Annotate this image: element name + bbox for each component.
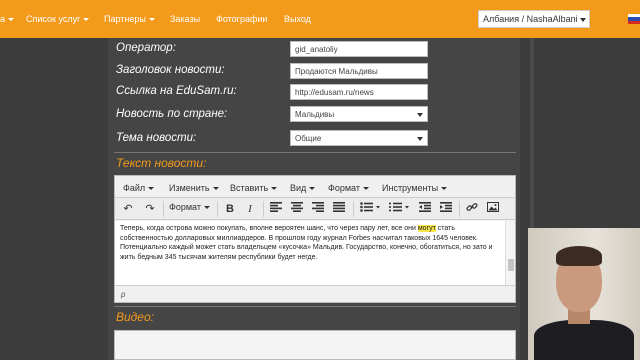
title-field[interactable]: Продаются Мальдивы (290, 63, 428, 79)
bullet-list-icon[interactable] (358, 201, 384, 217)
editor-text-area[interactable]: Теперь, когда острова можно покупать, вп… (115, 221, 505, 285)
redo-icon[interactable]: ↷ (141, 201, 159, 217)
nav-item-logout[interactable]: Выход (284, 14, 311, 24)
chevron-down-icon (580, 18, 586, 22)
toolbar-separator (459, 201, 460, 217)
nav-item-photos-label: Фотографии (216, 14, 268, 24)
country-news-value: Мальдивы (295, 110, 335, 119)
align-left-icon[interactable] (267, 201, 285, 217)
chevron-down-icon (417, 137, 423, 141)
nav-item-services[interactable]: Список услуг (26, 14, 90, 24)
chevron-down-icon (417, 113, 423, 117)
toolbar-separator (263, 201, 264, 217)
russian-flag-icon[interactable] (628, 14, 640, 24)
nav-item-services-label: Список услуг (26, 14, 81, 24)
nav-item-first[interactable]: а (0, 14, 15, 24)
chevron-down-icon (271, 187, 278, 191)
element-path: p (121, 290, 126, 299)
editor-menubar: Файл Изменить Вставить Вид Формат Инстру… (115, 176, 515, 198)
operator-value: gid_anatoliy (295, 45, 338, 54)
outdent-icon[interactable] (416, 201, 434, 217)
align-right-icon[interactable] (309, 201, 327, 217)
menu-tools[interactable]: Инструменты (382, 183, 448, 193)
nav-item-logout-label: Выход (284, 14, 311, 24)
image-icon[interactable] (484, 201, 502, 217)
section-divider (114, 152, 516, 153)
presenter-webcam (528, 228, 640, 360)
scrollbar-thumb[interactable] (508, 259, 514, 271)
rich-text-editor: Файл Изменить Вставить Вид Формат Инстру… (114, 175, 516, 303)
format-dropdown[interactable]: Формат (169, 202, 210, 212)
presenter-hair (556, 246, 602, 266)
editor-statusbar: p (115, 285, 515, 302)
menu-file[interactable]: Файл (123, 183, 155, 193)
nav-item-partners-label: Партнеры (104, 14, 146, 24)
menu-tools-label: Инструменты (382, 183, 439, 193)
link-value: http://edusam.ru/news (295, 88, 374, 97)
operator-label: Оператор: (116, 42, 176, 54)
chevron-down-icon (148, 187, 155, 191)
editor-toolbar: ↶ ↷ Формат B I (115, 198, 515, 220)
country-label: Новость по стране: (116, 108, 228, 120)
menu-file-label: Файл (123, 183, 146, 193)
menu-format[interactable]: Формат (328, 183, 369, 193)
highlighted-word: могут (417, 225, 436, 232)
chevron-down-icon (309, 187, 316, 191)
italic-button[interactable]: I (241, 201, 259, 217)
left-sidebar (0, 38, 108, 360)
indent-icon[interactable] (437, 201, 455, 217)
video-section-heading: Видео: (116, 310, 154, 324)
operator-field[interactable]: gid_anatoliy (290, 41, 428, 57)
menu-view-label: Вид (290, 183, 307, 193)
menu-edit-label: Изменить (169, 183, 210, 193)
title-label: Заголовок новости: (116, 64, 225, 76)
chevron-down-icon (8, 18, 15, 22)
chevron-down-icon (362, 187, 369, 191)
chevron-down-icon (83, 18, 90, 22)
section-divider (114, 306, 516, 307)
topic-select[interactable]: Общие (290, 130, 428, 146)
numbered-list-icon[interactable] (387, 201, 413, 217)
toolbar-separator (353, 201, 354, 217)
align-justify-icon[interactable] (330, 201, 348, 217)
align-center-icon[interactable] (288, 201, 306, 217)
country-select[interactable]: Албания / NashaAlbani (478, 10, 590, 28)
presenter-body (534, 320, 634, 360)
format-dropdown-label: Формат (169, 202, 201, 212)
link-label: Ссылка на EduSam.ru: (116, 85, 237, 97)
country-news-select[interactable]: Мальдивы (290, 106, 428, 122)
chevron-down-icon (212, 187, 219, 191)
menu-insert-label: Вставить (230, 183, 269, 193)
nav-item-orders-label: Заказы (170, 14, 201, 24)
chevron-down-icon (203, 206, 210, 210)
menu-insert[interactable]: Вставить (230, 183, 278, 193)
link-icon[interactable] (463, 201, 481, 217)
editor-scrollbar[interactable] (505, 221, 515, 285)
menu-edit[interactable]: Изменить (169, 183, 219, 193)
country-select-value: Албания / NashaAlbani (483, 14, 578, 24)
topic-value: Общие (295, 134, 322, 143)
title-value: Продаются Мальдивы (295, 67, 378, 76)
menu-view[interactable]: Вид (290, 183, 316, 193)
toolbar-separator (163, 201, 164, 217)
toolbar-separator (217, 201, 218, 217)
chevron-down-icon (148, 18, 155, 22)
nav-item-photos[interactable]: Фотографии (216, 14, 267, 24)
menu-format-label: Формат (328, 183, 360, 193)
nav-item-orders[interactable]: Заказы (170, 14, 200, 24)
bold-button[interactable]: B (221, 201, 239, 217)
link-field[interactable]: http://edusam.ru/news (290, 84, 428, 100)
text-section-heading: Текст новости: (116, 156, 207, 170)
chevron-down-icon (441, 187, 448, 191)
nav-item-first-label: а (0, 14, 6, 24)
video-field[interactable] (114, 330, 516, 360)
nav-item-partners[interactable]: Партнеры (104, 14, 155, 24)
undo-icon[interactable]: ↶ (119, 201, 137, 217)
topic-label: Тема новости: (116, 132, 197, 144)
